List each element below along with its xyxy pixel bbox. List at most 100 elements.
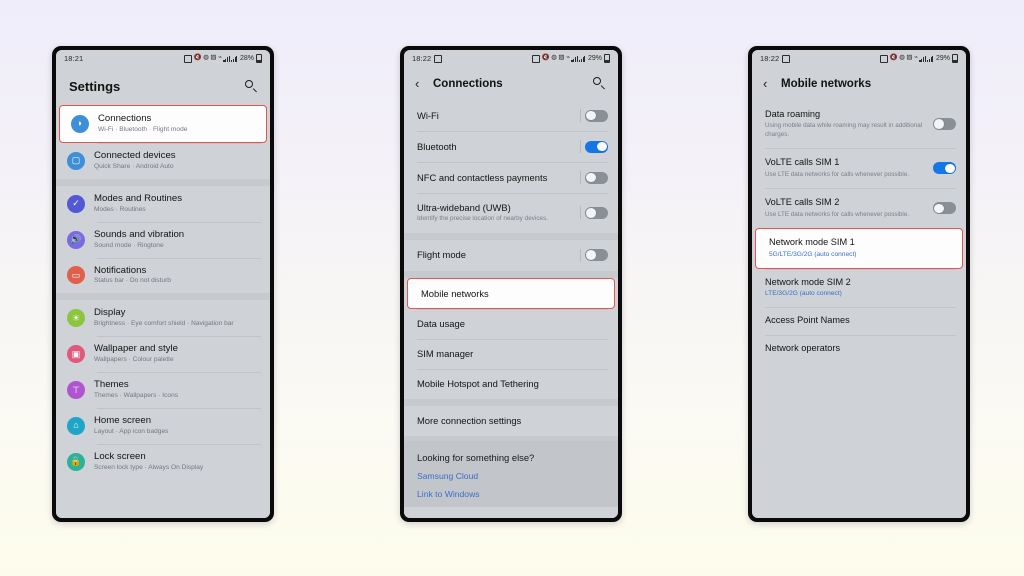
toggle-wrap[interactable]	[580, 248, 608, 262]
list-item-sub: Layout · App icon badges	[94, 427, 169, 435]
sidebar-item-lock-screen[interactable]: 🔒 Lock screen Screen lock type · Always …	[56, 443, 270, 480]
bluetooth-toggle[interactable]	[585, 140, 608, 153]
list-item-sub: Wi-Fi · Bluetooth · Flight mode	[98, 125, 188, 133]
sidebar-item-themes[interactable]: ⊤ Themes Themes · Wallpapers · Icons	[56, 372, 270, 408]
list-item-title: Modes and Routines	[94, 192, 182, 204]
nfc-toggle[interactable]	[585, 171, 608, 184]
list-item-title: Wi-Fi	[417, 109, 439, 121]
status-left: 18:21	[64, 54, 83, 63]
toggle-separator	[580, 171, 581, 184]
sidebar-item-home-screen[interactable]: ⌂ Home screen Layout · App icon badges	[56, 408, 270, 444]
toggle-wrap[interactable]	[933, 118, 956, 131]
list-item-sim-manager[interactable]: SIM manager	[404, 339, 618, 369]
toggle-separator	[580, 206, 581, 220]
wifi-status-icon: ⌁	[218, 54, 222, 62]
list-item-title: Mobile Hotspot and Tethering	[417, 378, 539, 390]
list-item-mobile-hotspot-and-tethering[interactable]: Mobile Hotspot and Tethering	[404, 369, 618, 399]
status-bar: 18:22 🔇 ◍ ▨ ⌁ 29%	[404, 50, 618, 67]
list-item-title: SIM manager	[417, 348, 474, 360]
list-item-sub: Use LTE data networks for calls whenever…	[765, 210, 910, 218]
list-item-volte-sim1[interactable]: VoLTE calls SIM 1 Use LTE data networks …	[752, 148, 966, 188]
flight-mode-toggle[interactable]	[585, 249, 608, 262]
list-item-title: Notifications	[94, 264, 147, 276]
toggle-wrap[interactable]	[933, 162, 956, 175]
search-icon[interactable]	[593, 77, 606, 90]
toggle-wrap[interactable]	[580, 171, 608, 184]
data-roaming-toggle[interactable]	[933, 118, 956, 131]
battery-percent: 29%	[935, 55, 950, 62]
signal-sim1-icon	[919, 55, 926, 62]
list-item-title: More connection settings	[417, 415, 522, 427]
settings-list[interactable]: ◗ Connections Wi-Fi · Bluetooth · Flight…	[56, 105, 270, 518]
alarm-icon	[184, 54, 193, 63]
signal-sim2-icon	[927, 55, 934, 62]
list-item-network-mode-sim2[interactable]: Network mode SIM 2 LTE/3G/2G (auto conne…	[752, 268, 966, 307]
volte-sim2-toggle[interactable]	[933, 202, 956, 215]
list-item-title: Sounds and vibration	[94, 228, 185, 240]
link-link-to-windows[interactable]: Link to Windows	[417, 489, 605, 499]
list-item-title: Connected devices	[94, 149, 176, 161]
list-item-bluetooth[interactable]: Bluetooth	[404, 131, 618, 162]
link-samsung-cloud[interactable]: Samsung Cloud	[417, 471, 605, 481]
mute-icon: 🔇	[193, 54, 202, 62]
sidebar-item-sounds-and-vibration[interactable]: 🔊 Sounds and vibration Sound mode · Ring…	[56, 221, 270, 258]
list-item-network-mode-sim1[interactable]: Network mode SIM 1 5G/LTE/3G/2G (auto co…	[755, 228, 963, 269]
sidebar-item-connected-devices[interactable]: ▢ Connected devices Quick Share · Androi…	[56, 142, 270, 179]
toggle-separator	[580, 140, 581, 153]
list-item-sub: Wallpapers · Colour palette	[94, 356, 174, 364]
uwb-toggle[interactable]	[585, 206, 608, 219]
battery-icon	[951, 53, 958, 64]
list-item-data-roaming[interactable]: Data roaming Using mobile data while roa…	[752, 100, 966, 148]
sidebar-item-display[interactable]: ☀ Display Brightness · Eye comfort shiel…	[56, 300, 270, 336]
volte-sim1-toggle[interactable]	[933, 162, 956, 175]
vpn-icon: ◍	[551, 54, 557, 62]
status-left: 18:22	[412, 54, 443, 63]
sidebar-item-notifications[interactable]: ▭ Notifications Status bar · Do not dist…	[56, 257, 270, 294]
signal-sim2-icon	[231, 55, 238, 62]
list-item-access-point-names[interactable]: Access Point Names	[752, 307, 966, 335]
signal-sim1-icon	[571, 55, 578, 62]
toggle-wrap[interactable]	[933, 202, 956, 215]
status-clock: 18:21	[64, 54, 84, 63]
list-item-data-usage[interactable]: Data usage	[404, 309, 618, 339]
list-item-nfc[interactable]: NFC and contactless payments	[404, 162, 618, 193]
status-right: 🔇 ◍ ▨ ⌁ 29%	[532, 53, 610, 64]
signal-sim1-icon	[223, 55, 230, 62]
search-icon[interactable]	[245, 80, 258, 93]
list-item-uwb[interactable]: Ultra-wideband (UWB) Identify the precis…	[404, 193, 618, 233]
list-item-sub: Sound mode · Ringtone	[94, 241, 164, 249]
list-item-network-operators[interactable]: Network operators	[752, 335, 966, 363]
list-item-flight-mode[interactable]: Flight mode	[404, 240, 618, 271]
list-item-title: Data roaming	[765, 109, 821, 119]
nfc-icon: ▨	[210, 54, 217, 62]
list-item-sub: Identify the precise location of nearby …	[417, 215, 549, 223]
toggle-wrap[interactable]	[580, 206, 608, 220]
mobile-networks-header: ‹ Mobile networks	[752, 67, 966, 100]
list-item-mobile-networks[interactable]: Mobile networks	[407, 277, 615, 310]
list-item-title: Ultra-wideband (UWB)	[417, 202, 511, 213]
list-item-volte-sim2[interactable]: VoLTE calls SIM 2 Use LTE data networks …	[752, 188, 966, 228]
looking-for-something-else-panel: Looking for something else? Samsung Clou…	[404, 441, 618, 508]
mobile-networks-list[interactable]: Data roaming Using mobile data while roa…	[752, 100, 966, 518]
wallpaper-icon: ▣	[67, 345, 85, 364]
sidebar-item-connections[interactable]: ◗ Connections Wi-Fi · Bluetooth · Flight…	[59, 105, 267, 143]
connections-list[interactable]: Wi-Fi Bluetooth NFC and contactless paym…	[404, 100, 618, 518]
back-chevron-icon[interactable]: ‹	[415, 77, 426, 90]
page-title: Connections	[433, 77, 503, 90]
list-item-sub: Brightness · Eye comfort shield · Naviga…	[94, 320, 234, 328]
list-item-title: Network mode SIM 1	[769, 237, 855, 248]
sidebar-item-modes-and-routines[interactable]: ✓ Modes and Routines Modes · Routines	[56, 186, 270, 222]
sidebar-item-wallpaper-and-style[interactable]: ▣ Wallpaper and style Wallpapers · Colou…	[56, 336, 270, 372]
back-chevron-icon[interactable]: ‹	[763, 77, 774, 90]
list-item-title: Themes	[94, 379, 129, 391]
settings-header: Settings	[56, 67, 270, 105]
list-item-more-connection-settings[interactable]: More connection settings	[404, 406, 618, 436]
list-item-wifi[interactable]: Wi-Fi	[404, 100, 618, 131]
toggle-wrap[interactable]	[580, 140, 608, 153]
wifi-toggle[interactable]	[585, 109, 608, 122]
toggle-wrap[interactable]	[580, 109, 608, 122]
status-clock: 18:22	[412, 54, 432, 63]
list-item-sub: Quick Share · Android Auto	[94, 162, 174, 170]
list-item-title: Display	[94, 307, 126, 319]
signal-sim2-icon	[579, 55, 586, 62]
